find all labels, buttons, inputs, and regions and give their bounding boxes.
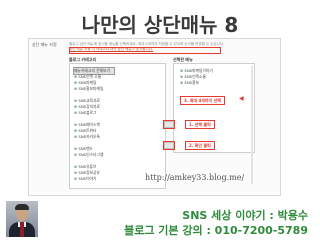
selected-item-label: SNS마케팅이야기: [184, 68, 214, 73]
list-item-label: SNS홍보마케팅: [78, 86, 104, 91]
select-button[interactable]: [163, 120, 175, 129]
select-button-face: [164, 121, 174, 128]
list-item-label: SNS마케팅: [78, 80, 97, 85]
list-item-label: SNS이야기: [78, 176, 97, 181]
bullet-icon: ⊕: [74, 170, 78, 175]
list-item[interactable]: ⊕ SNS홍보마케팅: [74, 86, 104, 92]
bullet-icon: ⊕: [74, 146, 78, 151]
description-highlight: [69, 47, 221, 54]
list-item-label: SNS인맥 소통: [78, 74, 102, 79]
selected-item[interactable]: ⊕ SNS홍보: [180, 80, 199, 86]
category-list[interactable]: 메뉴카테고리 전체보기 ⊕ SNS인맥 소통 ⊕ SNS마케팅 ⊕ SNS홍보마…: [69, 63, 166, 189]
watermark-url: http://amkey33.blog.me/: [145, 173, 245, 182]
list-item-label: SNS블로그: [78, 110, 97, 115]
list-item-label: SNS카카오톡: [78, 134, 101, 139]
confirm-button[interactable]: [163, 141, 175, 150]
bullet-icon: ⊕: [74, 104, 78, 109]
list-item[interactable]: ⊕ SNS카카오톡: [74, 134, 100, 140]
list-item-label: SNS인스타그램: [78, 152, 104, 157]
bullet-icon: ⊕: [74, 152, 78, 157]
callout-max-selection: 3. 최대 4개까지 선택: [180, 96, 226, 105]
bullet-icon: ⊕: [74, 122, 78, 127]
bullet-icon: ⊕: [74, 80, 78, 85]
list-item-label: SNS페이스북: [78, 122, 101, 127]
list-item[interactable]: ⊕ SNS인스타그램: [74, 152, 104, 158]
menu-label: 상단 메뉴 지정: [32, 42, 57, 47]
bullet-icon: ⊕: [180, 80, 184, 85]
arrow-left-icon: ◀: [239, 95, 244, 102]
list-item-label: SNS트위터: [78, 128, 97, 133]
bullet-icon: ⊕: [74, 128, 78, 133]
scrollbar[interactable]: [251, 66, 253, 184]
bullet-icon: ⊕: [180, 74, 184, 79]
list-item-label: SNS밴드: [78, 146, 94, 151]
list-item-label: SNS강의자료: [78, 104, 101, 109]
list-item-label: SNS정보공유: [78, 170, 101, 175]
bullet-icon: ⊕: [74, 110, 78, 115]
callout-select: 1. 선택 클릭: [185, 120, 215, 129]
bullet-icon: ⊕: [74, 98, 78, 103]
footer-line-1: SNS 세상 이야기 : 박용수: [182, 209, 308, 222]
list-item-label: 메뉴카테고리 전체보기: [74, 68, 111, 73]
selected-item-label: SNS홍보: [184, 80, 200, 85]
selected-menu-list[interactable]: ⊕ SNS마케팅이야기 ⊕ SNS인맥소통 ⊕ SNS홍보: [173, 63, 255, 184]
list-item[interactable]: ⊕ SNS이야기: [74, 176, 97, 182]
bullet-icon: ⊕: [74, 86, 78, 91]
confirm-button-face: [164, 142, 174, 149]
list-item-label: SNS유튜브: [78, 164, 97, 169]
bullet-icon: ⊕: [74, 74, 78, 79]
bullet-icon: ⊕: [180, 68, 184, 73]
bullet-icon: ⊕: [74, 134, 78, 139]
page-title: 나만의 상단매뉴 8: [81, 13, 239, 37]
bullet-icon: ⊕: [74, 164, 78, 169]
callout-confirm: 2. 확인 클릭: [185, 141, 215, 150]
list-item-label: SNS교육자료: [78, 98, 101, 103]
footer-line-2: 블로그 기본 강의 : 010-7200-5789: [124, 224, 308, 237]
avatar: [6, 201, 38, 237]
bullet-icon: ⊕: [74, 176, 78, 181]
list-item[interactable]: ⊕ SNS블로그: [74, 110, 97, 116]
selected-item-label: SNS인맥소통: [184, 74, 207, 79]
